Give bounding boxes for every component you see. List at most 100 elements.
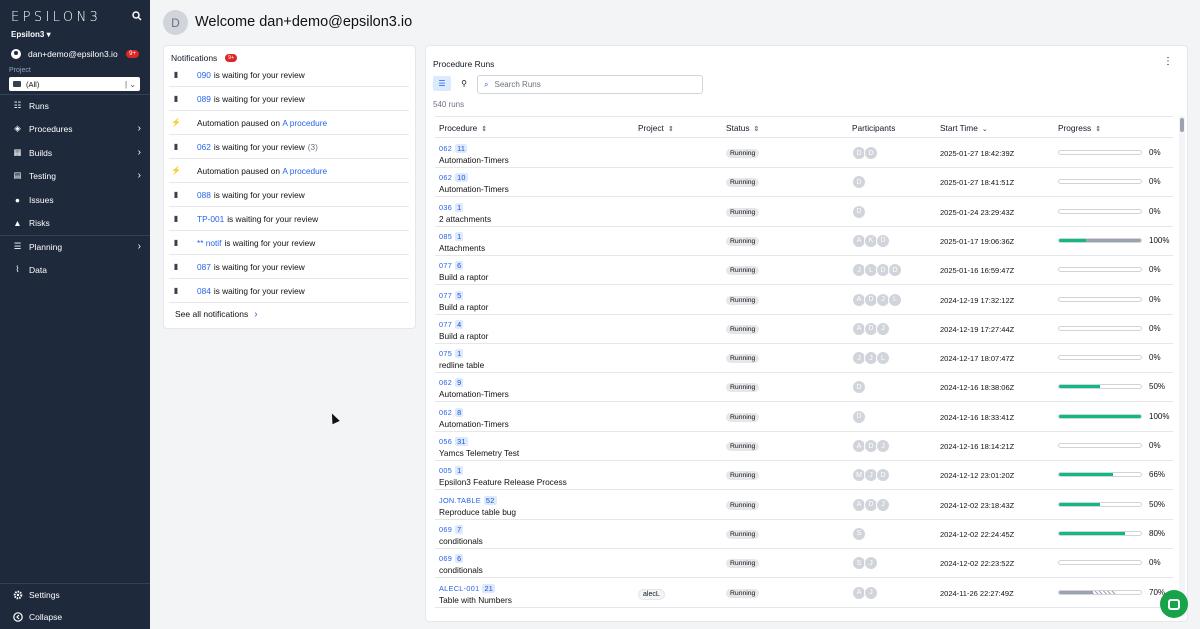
- run-number: 9: [455, 378, 464, 388]
- notification-item[interactable]: ▮ 062 is waiting for your review (3): [169, 135, 409, 159]
- sidebar-item-risks[interactable]: ▲ Risks: [0, 211, 150, 234]
- start-time: 2025-01-17 19:06:36Z: [940, 236, 1015, 246]
- procedure-code[interactable]: 077 6: [439, 261, 464, 271]
- progress-bar: [1058, 179, 1142, 185]
- sidebar-item-runs[interactable]: ☷ Runs: [0, 94, 150, 117]
- notification-link[interactable]: A procedure: [282, 118, 327, 128]
- sidebar-item-issues[interactable]: ● Issues: [0, 188, 150, 211]
- list-view-button[interactable]: ☰: [433, 76, 451, 91]
- table-row[interactable]: 062 8 Automation-Timers Running D 2024-12-16 …: [435, 403, 1173, 432]
- table-row[interactable]: 085 1 Attachments Running A K D 2025-01-17 19:0…: [435, 227, 1173, 256]
- table-row[interactable]: 062 9 Automation-Timers Running D 2024-12-16 …: [435, 373, 1173, 403]
- clipboard-icon: ▮: [173, 262, 179, 271]
- tree-view-button[interactable]: ⚲: [458, 76, 470, 91]
- notification-link[interactable]: 087: [197, 262, 211, 272]
- table-row[interactable]: 062 10 Automation-Timers Running D 2025-01-27…: [435, 168, 1173, 198]
- run-number: 4: [455, 319, 464, 329]
- table-row[interactable]: 005 1 Epsilon3 Feature Release Process Runn…: [435, 461, 1173, 491]
- procedure-code[interactable]: 062 10: [439, 173, 468, 183]
- notification-link[interactable]: 090: [197, 70, 211, 80]
- table-row[interactable]: 077 6 Build a raptor Running J L D D 2025-01-16 …: [435, 256, 1173, 286]
- procedure-code[interactable]: JON.TABLE 52: [439, 495, 497, 505]
- procedure-code[interactable]: 062 9: [439, 378, 464, 388]
- sidebar-item-testing[interactable]: ▤ Testing ›: [0, 164, 150, 187]
- see-all-notifications-link[interactable]: See all notifications ›: [175, 309, 258, 320]
- notification-item[interactable]: ▮ 089 is waiting for your review: [169, 87, 409, 111]
- table-row[interactable]: 077 5 Build a raptor Running A D J L 2024-12-19 …: [435, 286, 1173, 315]
- sidebar-item-planning[interactable]: ☰ Planning ›: [0, 235, 150, 258]
- notification-link[interactable]: TP-001: [197, 214, 224, 224]
- search-placeholder: Search Runs: [494, 80, 541, 89]
- scrollbar-thumb[interactable]: [1180, 118, 1184, 132]
- notification-link[interactable]: 089: [197, 94, 211, 104]
- logo[interactable]: EPSILON3: [11, 10, 101, 25]
- column-start-time[interactable]: Start Time ⌄: [940, 123, 988, 133]
- procedure-code[interactable]: 069 6: [439, 554, 464, 564]
- table-row[interactable]: 056 31 Yamcs Telemetry Test Running A D J 2024-…: [435, 432, 1173, 461]
- chat-button[interactable]: [1160, 590, 1188, 618]
- procedure-code[interactable]: 075 1: [439, 349, 464, 359]
- participant-avatar: D: [876, 233, 890, 248]
- procedure-code[interactable]: 062 11: [439, 144, 468, 153]
- participant-avatar: J: [876, 439, 890, 453]
- procedure-code[interactable]: 069 7: [439, 524, 464, 534]
- notification-item[interactable]: ▮ 088 is waiting for your review: [169, 183, 409, 207]
- column-procedure[interactable]: Procedure ⇕: [439, 123, 487, 133]
- table-row[interactable]: 062 11 Automation-Timers Running D D 2025-01-2…: [435, 139, 1173, 168]
- sort-icon: ⇕: [481, 126, 488, 133]
- table-row[interactable]: 075 1 redline table Running J J L 2024-12-17 18…: [435, 344, 1173, 374]
- collapse-icon: [12, 611, 23, 622]
- procedure-code[interactable]: 085 1: [439, 231, 464, 241]
- column-project[interactable]: Project ⇕: [638, 123, 674, 133]
- column-status[interactable]: Status ⇕: [726, 123, 759, 133]
- org-selector[interactable]: Epsilon3 ▾: [11, 30, 51, 39]
- folder-icon: [13, 81, 21, 87]
- search-runs-input[interactable]: ⌕ Search Runs: [477, 75, 703, 94]
- settings-button[interactable]: Settings: [0, 583, 150, 606]
- table-row[interactable]: 077 4 Build a raptor Running A D J 2024-12-19 1…: [435, 315, 1173, 344]
- user-menu[interactable]: dan+demo@epsilon3.io 9+: [11, 49, 141, 59]
- progress-percent: 50%: [1149, 382, 1166, 392]
- procedure-code[interactable]: 056 31: [439, 437, 468, 446]
- notification-link[interactable]: ** notif: [197, 238, 221, 248]
- procedure-code[interactable]: ALECL-001 21: [439, 583, 496, 593]
- participant-avatar: J: [876, 321, 890, 336]
- table-row[interactable]: 069 6 conditionals Running S J 2024-12-02 22:2…: [435, 549, 1173, 579]
- search-icon[interactable]: [132, 11, 142, 21]
- procedure-code[interactable]: 062 8: [439, 407, 464, 417]
- scrollbar[interactable]: [1179, 116, 1185, 616]
- progress-bar: [1058, 208, 1142, 214]
- notification-link[interactable]: 084: [197, 286, 211, 296]
- collapse-button[interactable]: Collapse: [0, 605, 150, 628]
- procedure-code[interactable]: 036 1: [439, 202, 464, 212]
- notification-item[interactable]: ▮ ** notif is waiting for your review: [169, 231, 409, 255]
- table-row[interactable]: JON.TABLE 52 Reproduce table bug Running A D J…: [435, 491, 1173, 520]
- column-progress[interactable]: Progress ⇕: [1058, 123, 1101, 133]
- notification-item[interactable]: ▮ 084 is waiting for your review: [169, 279, 409, 303]
- procedure-code[interactable]: 077 4: [439, 319, 464, 329]
- procedure-code[interactable]: 077 5: [439, 290, 464, 300]
- notification-item[interactable]: ▮ 087 is waiting for your review: [169, 255, 409, 279]
- notification-link[interactable]: 088: [197, 190, 211, 200]
- participants: AKD: [852, 233, 890, 248]
- progress-bar: [1058, 413, 1142, 419]
- table-row[interactable]: 069 7 conditionals Running S 2024-12-02 22:24…: [435, 520, 1173, 549]
- notification-link[interactable]: 062: [197, 142, 211, 152]
- notification-item[interactable]: ⚡ Automation paused on A procedure: [169, 159, 409, 183]
- project-select[interactable]: (All) | ⌄: [9, 77, 140, 91]
- table-row[interactable]: 036 1 2 attachments Running D 2025-01-24 23:2…: [435, 198, 1173, 227]
- user-badge: 9+: [126, 50, 139, 58]
- notification-link[interactable]: A procedure: [282, 166, 327, 176]
- sidebar-item-data[interactable]: ⌇ Data: [0, 258, 150, 281]
- notification-item[interactable]: ▮ TP-001 is waiting for your review: [169, 207, 409, 231]
- sidebar-item-builds[interactable]: ▦ Builds ›: [0, 141, 150, 164]
- sidebar-item-procedures[interactable]: ◈ Procedures ›: [0, 117, 150, 140]
- procedure-name: Automation-Timers: [439, 155, 509, 165]
- table-row[interactable]: ALECL-001 21 Table with Numbers alecL Runnin…: [435, 579, 1173, 608]
- participants: D: [852, 380, 866, 395]
- sort-icon: ⇕: [753, 126, 760, 133]
- procedure-code[interactable]: 005 1: [439, 466, 464, 476]
- notification-item[interactable]: ⚡ Automation paused on A procedure: [169, 111, 409, 135]
- more-options-icon[interactable]: ⋮: [1163, 56, 1173, 67]
- notification-item[interactable]: ▮ 090 is waiting for your review: [169, 63, 409, 87]
